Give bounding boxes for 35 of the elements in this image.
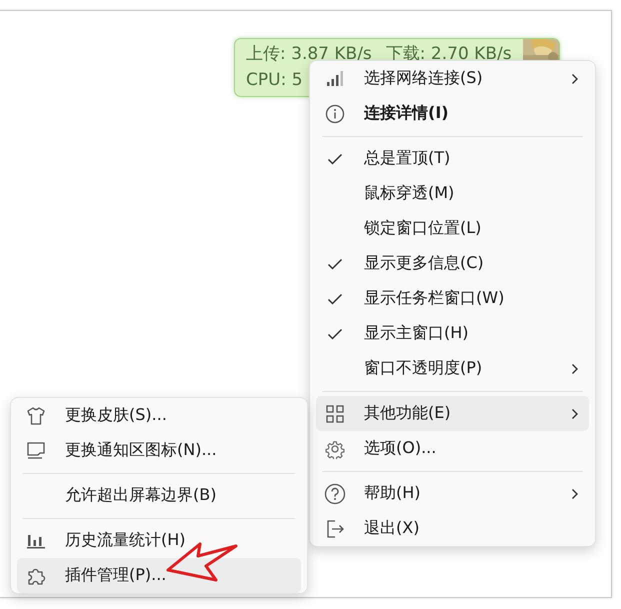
checkmark-icon xyxy=(327,258,343,270)
monitor-icon xyxy=(26,440,46,460)
menu-item[interactable]: 插件管理(P)... xyxy=(17,558,301,593)
menu-item[interactable]: 显示主窗口(H) xyxy=(316,316,589,351)
help-icon xyxy=(324,482,346,504)
cpu-usage: CPU: 5 xyxy=(246,69,303,92)
bar-chart-icon xyxy=(27,532,45,548)
menu-item[interactable]: 更换通知区图标(N)... xyxy=(17,433,301,468)
menu-item[interactable]: 选项(O)... xyxy=(316,431,589,466)
checkmark-icon xyxy=(327,292,343,304)
menu-item[interactable]: 锁定窗口位置(L) xyxy=(316,211,589,246)
chevron-right-icon xyxy=(571,488,579,500)
menu-item[interactable]: 帮助(H) xyxy=(316,476,589,511)
menu-item[interactable]: 显示更多信息(C) xyxy=(316,246,589,281)
menu-item[interactable]: 总是置顶(T) xyxy=(316,141,589,176)
chevron-right-icon xyxy=(571,362,579,374)
menu-item[interactable]: 显示任务栏窗口(W) xyxy=(316,281,589,316)
grid-icon xyxy=(326,404,344,422)
menu-item[interactable]: 允许超出屏幕边界(B) xyxy=(17,478,301,513)
exit-icon xyxy=(325,518,345,538)
menu-item[interactable]: 窗口不透明度(P) xyxy=(316,351,589,386)
chevron-right-icon xyxy=(571,72,579,84)
signal-icon xyxy=(326,70,344,86)
menu-item[interactable]: 更换皮肤(S)... xyxy=(17,398,301,433)
checkmark-icon xyxy=(327,152,343,164)
settings-icon xyxy=(325,438,345,458)
menu-item[interactable]: 退出(X) xyxy=(316,511,589,546)
shirt-icon xyxy=(26,406,46,426)
menu-item[interactable]: 鼠标穿透(M) xyxy=(316,176,589,211)
info-icon xyxy=(325,104,345,124)
menu-item[interactable]: 历史流量统计(H) xyxy=(17,523,301,558)
menu-item[interactable]: 连接详情(I) xyxy=(316,96,589,131)
chevron-right-icon xyxy=(571,408,579,420)
checkmark-icon xyxy=(327,328,343,340)
menu-item[interactable]: 其他功能(E) xyxy=(316,396,589,431)
